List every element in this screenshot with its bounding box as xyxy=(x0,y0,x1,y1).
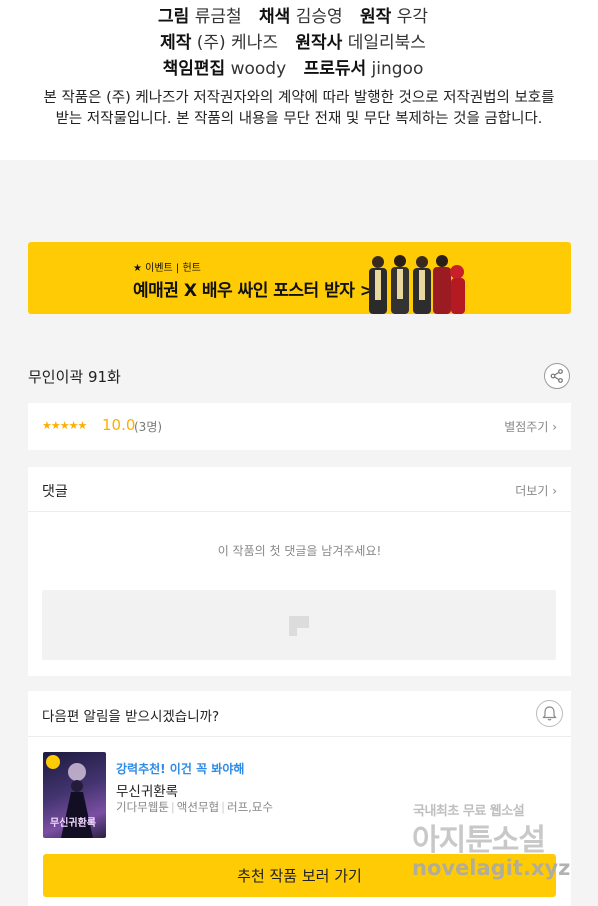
thumbnail-title-text: 무신귀환록 xyxy=(50,818,96,829)
comment-card: 댓글 더보기 › 이 작품의 첫 댓글을 남겨주세요! xyxy=(28,467,571,676)
divider xyxy=(28,736,571,737)
rating-count: (3명) xyxy=(134,420,163,434)
meta-separator: | xyxy=(170,800,175,814)
credits-row-2: 제작 (주) 케나즈 원작사 데일리북스 xyxy=(0,28,598,53)
copyright-line-1: 본 작품은 (주) 케나즈가 저작권자와의 계약에 따라 발행한 것으로 저작권… xyxy=(43,90,555,106)
credit-value-art: 류금철 xyxy=(194,7,242,27)
share-icon xyxy=(550,369,563,383)
credit-label-production: 제작 xyxy=(160,33,192,53)
comment-placeholder-icon xyxy=(289,616,309,636)
credit-value-production: (주) 케나즈 xyxy=(196,33,278,53)
rate-button[interactable]: 별점주기 › xyxy=(504,418,557,435)
rating-score: 10.0 xyxy=(102,416,136,434)
recommendation-title[interactable]: 무신귀환록 xyxy=(116,780,178,800)
rating-stars: ★★★★★ xyxy=(42,419,87,432)
watermark-site-name: 아지툰소설 xyxy=(412,823,546,858)
episode-title: 무인이곽 91화 xyxy=(28,368,121,386)
banner-headline: 예매권 X 배우 싸인 포스터 받자 > xyxy=(133,281,374,301)
credit-label-color: 채색 xyxy=(259,7,291,27)
credits-section: 그림 류금철 채색 김승영 원작 우각 제작 (주) 케나즈 원작사 데일리북스… xyxy=(0,0,598,160)
comments-empty-message: 이 작품의 첫 댓글을 남겨주세요! xyxy=(217,544,382,558)
comment-input-area[interactable] xyxy=(42,590,556,660)
divider xyxy=(28,511,571,512)
copyright-line-2: 받는 저작물입니다. 본 작품의 내용을 무단 전재 및 무단 복제하는 것을 … xyxy=(55,111,543,127)
event-banner[interactable]: ★ 이벤트 | 헌트 예매권 X 배우 싸인 포스터 받자 > xyxy=(28,242,571,314)
recommendation-tag: 강력추천! 이건 꼭 봐야해 xyxy=(116,762,245,776)
banner-event-label: ★ 이벤트 | 헌트 xyxy=(133,263,201,274)
credit-label-art: 그림 xyxy=(158,7,190,27)
recommendation-thumbnail[interactable]: 무신귀환록 xyxy=(43,752,106,838)
bell-icon xyxy=(542,706,557,721)
credit-value-producer: jingoo xyxy=(371,59,424,79)
credit-value-original: 우각 xyxy=(396,7,428,27)
notification-question: 다음편 알림을 받으시겠습니까? xyxy=(42,709,220,725)
recommendation-meta-type: 기다무웹툰 xyxy=(116,800,169,814)
banner-actors-image xyxy=(369,255,465,314)
credit-value-publisher: 데일리북스 xyxy=(347,33,426,53)
watermark-url: novelagit.xyz xyxy=(412,856,571,880)
credit-label-producer: 프로듀서 xyxy=(303,59,367,79)
recommendation-meta: 기다무웹툰 | 액션무협 | 러프,묘수 xyxy=(116,799,273,815)
credit-label-editor: 책임편집 xyxy=(162,59,226,79)
credit-value-editor: woody xyxy=(230,59,287,79)
credits-row-1: 그림 류금철 채색 김승영 원작 우각 xyxy=(0,2,598,27)
recommendation-meta-genre: 액션무협 xyxy=(176,800,220,814)
comments-heading: 댓글 xyxy=(42,484,68,500)
credit-label-publisher: 원작사 xyxy=(295,33,343,53)
meta-separator: | xyxy=(221,800,225,814)
notification-bell-button[interactable] xyxy=(536,700,563,727)
credits-row-3: 책임편집 woody 프로듀서 jingoo xyxy=(0,54,598,79)
rating-card: ★★★★★ 10.0 (3명) 별점주기 › xyxy=(28,403,571,450)
comments-more-link[interactable]: 더보기 › xyxy=(515,482,557,499)
credit-value-color: 김승영 xyxy=(295,7,343,27)
share-button[interactable] xyxy=(544,363,570,389)
recommendation-meta-authors: 러프,묘수 xyxy=(226,800,273,814)
credit-label-original: 원작 xyxy=(360,7,392,27)
copyright-notice: 본 작품은 (주) 케나즈가 저작권자와의 계약에 따라 발행한 것으로 저작권… xyxy=(28,88,570,130)
site-watermark: 국내최초 무료 웹소설 아지툰소설 novelagit.xyz xyxy=(410,798,578,888)
